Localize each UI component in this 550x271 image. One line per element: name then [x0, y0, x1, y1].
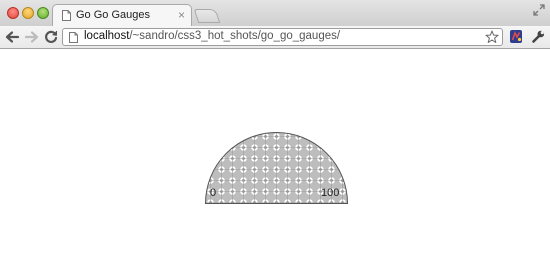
gauge-max-label: 100 — [321, 187, 340, 199]
url-path: /~sandro/css3_hot_shots/go_go_gauges/ — [129, 30, 341, 42]
tab-close-icon[interactable]: × — [178, 8, 185, 22]
reload-icon[interactable] — [43, 29, 59, 45]
close-window-button[interactable] — [7, 7, 19, 19]
bookmark-star-icon[interactable] — [485, 30, 499, 44]
forward-arrow-icon[interactable] — [24, 29, 40, 45]
page-icon — [69, 32, 78, 43]
browser-toolbar: localhost/~sandro/css3_hot_shots/go_go_g… — [0, 26, 550, 49]
wrench-icon[interactable] — [531, 29, 545, 44]
new-tab-button[interactable] — [193, 9, 221, 23]
address-bar[interactable]: localhost/~sandro/css3_hot_shots/go_go_g… — [62, 28, 503, 46]
maximize-window-button[interactable] — [37, 7, 49, 19]
extension-icon[interactable] — [509, 29, 523, 44]
url-host: localhost — [84, 30, 130, 42]
url-text[interactable]: localhost/~sandro/css3_hot_shots/go_go_g… — [84, 30, 340, 42]
gauge-min-label: 0 — [210, 187, 217, 199]
tab-strip: Go Go Gauges × — [0, 0, 550, 26]
tab-go-go-gauges[interactable]: Go Go Gauges × — [52, 4, 192, 26]
page-icon — [62, 10, 71, 21]
tab-title: Go Go Gauges — [76, 9, 150, 21]
fullscreen-icon[interactable] — [533, 4, 545, 16]
back-arrow-icon[interactable] — [4, 29, 20, 45]
minimize-window-button[interactable] — [22, 7, 34, 19]
